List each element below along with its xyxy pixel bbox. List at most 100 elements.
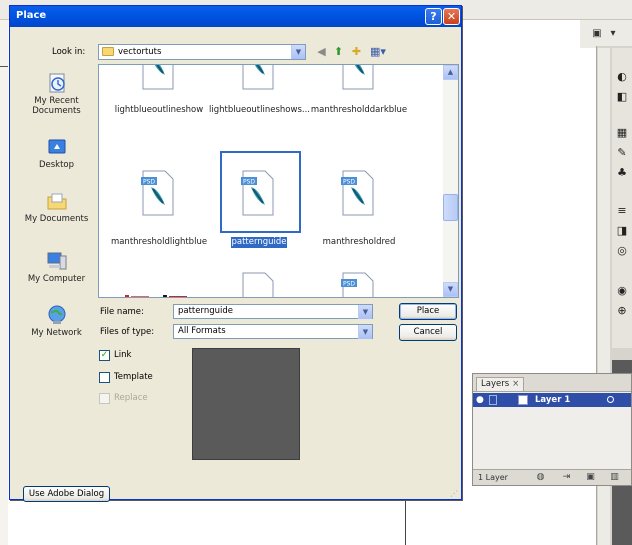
file-name: manthresholddarkblue xyxy=(310,105,408,115)
my-network-icon xyxy=(46,304,68,326)
dialog-title: Place xyxy=(16,10,47,21)
chevron-down-icon[interactable]: ▼ xyxy=(358,305,372,319)
new-folder-icon[interactable]: ✚ xyxy=(350,45,363,58)
workspace-icon[interactable]: ▣ xyxy=(590,28,604,40)
help-button[interactable]: ? xyxy=(425,8,442,25)
place-dialog: Place ? ✕ Look in: vectortuts ▼ ◀ ⬆ ✚ ▦▾… xyxy=(9,5,462,502)
appearance-icon[interactable]: ◎ xyxy=(614,244,630,258)
transform-icon[interactable]: ◨ xyxy=(614,224,630,238)
file-item-partial[interactable] xyxy=(109,265,209,297)
app-left-edge xyxy=(0,20,8,545)
place-label: My Computer xyxy=(27,274,86,284)
folder-icon xyxy=(102,47,114,56)
psd-file-icon: PSD xyxy=(341,272,374,297)
align-icon[interactable]: ≡ xyxy=(614,204,630,218)
resize-grip-icon[interactable]: ⋰ xyxy=(450,489,460,499)
cancel-button[interactable]: Cancel xyxy=(399,324,457,341)
graphic-styles-icon[interactable]: ◉ xyxy=(614,284,630,298)
psd-file-icon xyxy=(342,65,374,90)
psd-badge: PSD xyxy=(143,179,155,186)
image-thumbnail xyxy=(119,273,199,297)
layer-thumbnail xyxy=(518,395,528,405)
close-icon[interactable]: × xyxy=(512,379,519,389)
tool-icons-column: ◐ ◧ ▦ ✎ ♣ ≡ ◨ ◎ ◉ ⊕ xyxy=(612,48,632,348)
target-icon[interactable] xyxy=(607,396,614,403)
preview-thumbnail xyxy=(192,348,300,460)
artboard-edge-line xyxy=(0,66,8,67)
place-label: My Documents xyxy=(24,214,89,224)
chevron-down-icon[interactable]: ▼ xyxy=(291,45,305,59)
file-name-label: File name: xyxy=(100,307,144,317)
layer-row[interactable]: ● Layer 1 xyxy=(473,393,631,407)
use-adobe-dialog-button[interactable]: Use Adobe Dialog xyxy=(23,486,110,502)
file-item-partial[interactable] xyxy=(209,265,309,297)
place-recent-documents[interactable]: My Recent Documents xyxy=(19,70,94,125)
symbols-icon[interactable]: ♣ xyxy=(614,166,630,180)
close-button[interactable]: ✕ xyxy=(443,8,460,25)
place-button[interactable]: Place xyxy=(399,303,457,320)
dialog-title-bar[interactable]: Place ? ✕ xyxy=(10,6,461,27)
place-my-computer[interactable]: My Computer xyxy=(19,248,94,303)
file-list[interactable]: lightblueoutlineshow lightblueoutlinesho… xyxy=(98,64,459,298)
clipping-mask-icon[interactable]: ◍ xyxy=(535,472,546,483)
scroll-thumb[interactable] xyxy=(443,194,458,221)
look-in-value: vectortuts xyxy=(118,47,162,57)
link-checkbox[interactable]: ✓ xyxy=(99,350,110,361)
replace-label: Replace xyxy=(114,393,148,403)
file-list-scrollbar[interactable]: ▲ ▼ xyxy=(443,65,458,297)
template-checkbox[interactable] xyxy=(99,372,110,383)
desktop-icon xyxy=(46,136,68,158)
file-item[interactable]: PSD manthresholdlightblue xyxy=(109,163,209,253)
file-name: patternguide xyxy=(231,237,287,248)
file-name: lightblueoutlineshow xyxy=(114,105,204,115)
files-of-type-label: Files of type: xyxy=(100,327,155,337)
up-folder-icon[interactable]: ⬆ xyxy=(332,45,345,58)
layers-tab-label: Layers xyxy=(481,379,510,389)
file-name-field[interactable]: patternguide ▼ xyxy=(173,304,373,319)
trash-icon[interactable]: ▥ xyxy=(609,472,620,483)
scroll-up-icon[interactable]: ▲ xyxy=(443,65,458,80)
template-label: Template xyxy=(114,372,153,382)
scroll-down-icon[interactable]: ▼ xyxy=(443,282,458,297)
recent-documents-icon xyxy=(46,72,68,94)
file-item[interactable]: PSD manthresholdred xyxy=(309,163,409,253)
stroke-icon[interactable]: ◧ xyxy=(614,90,630,104)
file-item[interactable]: manthresholddarkblue xyxy=(309,65,409,133)
selection-highlight xyxy=(220,151,301,233)
new-sublayer-icon[interactable]: ⇥ xyxy=(561,472,572,483)
files-of-type-value: All Formats xyxy=(178,326,226,336)
artboard-edge-line-vertical xyxy=(405,500,406,545)
new-layer-icon[interactable]: ▣ xyxy=(585,472,596,483)
eye-icon[interactable]: ● xyxy=(476,395,486,405)
psd-badge: PSD xyxy=(343,281,355,288)
app-control-strip: ▣ ▾ xyxy=(580,20,632,48)
layer-name[interactable]: Layer 1 xyxy=(535,395,570,405)
layer-count: 1 Layer xyxy=(478,473,508,482)
layers-footer: 1 Layer ◍ ⇥ ▣ ▥ xyxy=(473,469,631,485)
chevron-down-icon[interactable]: ▼ xyxy=(358,325,372,339)
brushes-icon[interactable]: ✎ xyxy=(614,146,630,160)
links-icon[interactable]: ⊕ xyxy=(614,304,630,318)
lock-toggle[interactable] xyxy=(489,395,497,405)
swatches-icon[interactable]: ▦ xyxy=(614,126,630,140)
view-menu-icon[interactable]: ▦▾ xyxy=(368,45,388,58)
file-item[interactable]: lightblueoutlineshow xyxy=(109,65,209,133)
place-desktop[interactable]: Desktop xyxy=(19,134,94,189)
place-my-documents[interactable]: My Documents xyxy=(19,188,94,243)
place-label: My Recent Documents xyxy=(32,96,81,116)
file-name: lightblueoutlineshows... xyxy=(209,105,310,115)
psd-file-icon xyxy=(142,65,174,90)
dropdown-icon[interactable]: ▾ xyxy=(606,28,620,40)
look-in-dropdown[interactable]: vectortuts ▼ xyxy=(98,44,306,60)
file-item-partial[interactable]: PSD xyxy=(309,265,409,297)
place-label: Desktop xyxy=(38,160,75,170)
file-item[interactable]: lightblueoutlineshows... xyxy=(209,65,310,133)
files-of-type-dropdown[interactable]: All Formats ▼ xyxy=(173,324,373,339)
file-icon xyxy=(242,272,274,297)
color-icon[interactable]: ◐ xyxy=(614,70,630,84)
file-name: manthresholdred xyxy=(322,237,396,247)
psd-badge: PSD xyxy=(343,179,355,186)
tab-layers[interactable]: Layers × xyxy=(476,377,525,391)
place-my-network[interactable]: My Network xyxy=(19,302,94,357)
back-icon[interactable]: ◀ xyxy=(315,45,328,58)
